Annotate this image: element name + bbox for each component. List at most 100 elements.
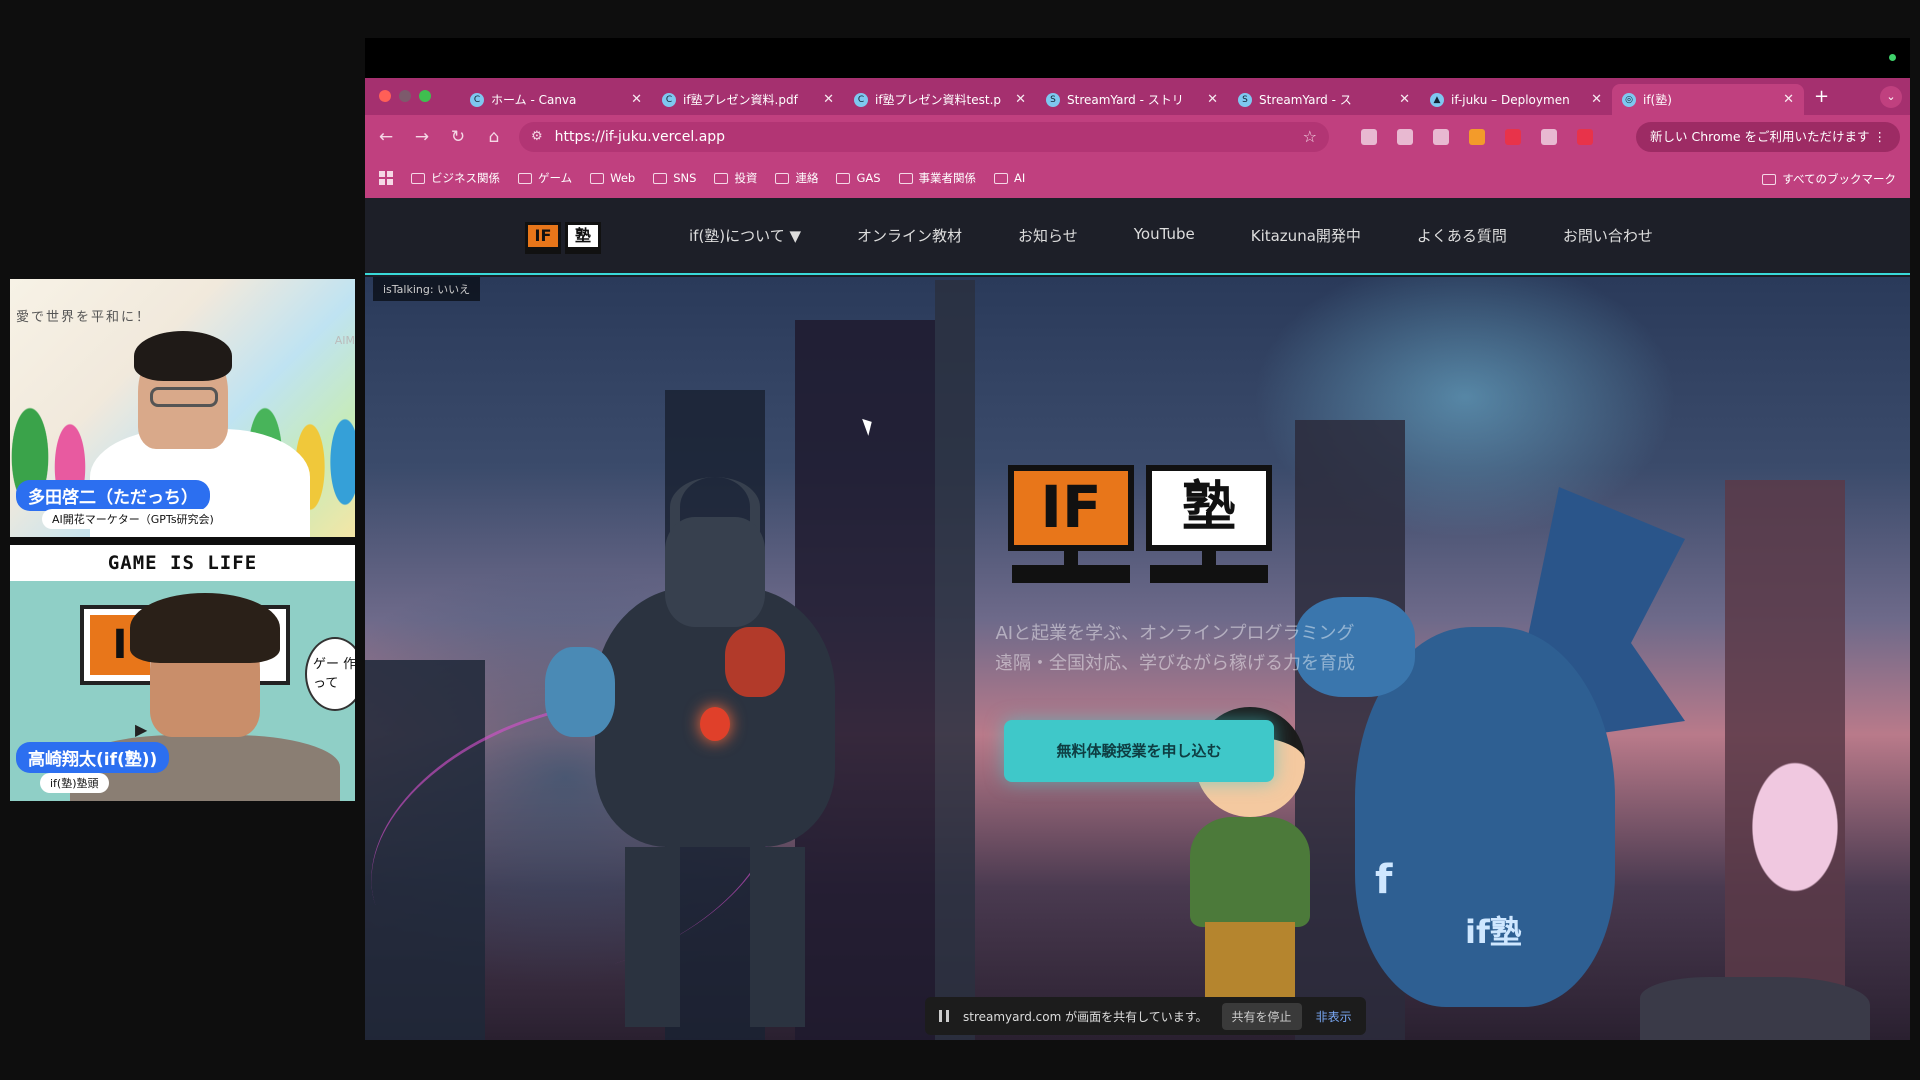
free-trial-button[interactable]: 無料体験授業を申し込む [1004,720,1274,782]
folder-icon [411,172,425,184]
bookmark-folder[interactable]: 連絡 [775,170,818,186]
folder-icon [994,172,1009,184]
participant-role: AI開花マーケター（GPTs研究会) [42,509,224,529]
browser-tab[interactable]: S StreamYard - ストリ ✕ [1036,84,1228,115]
logo-monitor-juku: 塾 [1146,465,1272,587]
profile-avatar-icon[interactable] [1577,128,1593,145]
apps-grid-icon[interactable] [379,171,393,185]
folder-icon [590,172,605,184]
hero-section: isTalking: いいえ f if塾 IF 塾 AIと起業を学ぶ、オンライン… [365,277,1910,1040]
dragon-illustration: f if塾 [1295,487,1685,1007]
url-text: https://if-juku.vercel.app [554,128,726,145]
folder-icon [653,172,668,184]
website-viewport: IF 塾 if(塾)について ▼ オンライン教材 お知らせ YouTube Kitazu… [365,198,1910,1040]
tab-bar: C ホーム - Canva ✕ Cif塾プレゼン資料.pdf ✕ Cif塾プレゼン資料te… [365,78,1910,115]
close-tab-icon[interactable]: ✕ [823,92,834,107]
browser-tab[interactable]: ◎ if(塾) ✕ [1612,84,1804,115]
bookmark-label: ビジネス関係 [431,171,500,185]
hide-share-bar-button[interactable]: 非表示 [1316,1008,1352,1025]
chrome-update-button[interactable]: 新しい Chrome をご利用いただけます ⋮ [1636,121,1900,152]
bookmark-folder[interactable]: SNS [653,170,696,186]
participant-banner: GAME IS LIFE [10,545,355,581]
record-extension-icon[interactable] [1505,128,1521,145]
logo-if: IF [525,221,561,250]
logo-monitor-if: IF [1008,465,1134,587]
nav-link[interactable]: YouTube [1134,225,1195,246]
tab-label: StreamYard - ス [1259,93,1352,107]
browser-tab[interactable]: Cif塾プレゼン資料test.p ✕ [844,84,1036,115]
browser-tab[interactable]: ▲ if-juku – Deploymen ✕ [1420,84,1612,115]
camera-extension-icon[interactable] [1361,128,1377,145]
share-message: streamyard.com が画面を共有しています。 [963,1009,1208,1024]
new-tab-button[interactable]: + [1814,86,1829,107]
hero-line-1: AIと起業を学ぶ、オンラインプログラミング [995,623,1355,644]
participant-tagline: 愛で世界を平和に！ [16,310,152,325]
copy-extension-icon[interactable] [1397,128,1413,145]
close-tab-icon[interactable]: ✕ [631,92,642,107]
bookmark-folder[interactable]: ビジネス関係 [411,170,500,186]
bookmark-folder[interactable]: 投資 [714,170,757,186]
forward-icon[interactable]: → [411,127,433,147]
folder-icon [1762,173,1777,185]
bookmark-folder[interactable]: Web [590,170,635,186]
dragon-f-mark: f [1375,857,1393,903]
reload-icon[interactable]: ↻ [447,127,469,147]
home-icon[interactable]: ⌂ [483,127,505,147]
folder-icon [518,172,532,184]
nav-link[interactable]: Kitazuna開発中 [1251,225,1361,246]
bookmarks-bar: ビジネス関係 ゲーム Web SNS 投資 連絡 GAS 事業者関係 AI すべてのブックマーク [365,158,1910,198]
nav-link[interactable]: お知らせ [1018,225,1078,246]
close-tab-icon[interactable]: ✕ [1207,92,1218,107]
site-settings-icon[interactable]: ⚙ [531,129,543,144]
bookmark-folder[interactable]: 事業者関係 [898,170,976,186]
site-logo[interactable]: IF 塾 [525,221,601,250]
close-tab-icon[interactable]: ✕ [1783,92,1794,107]
robot-illustration [545,467,875,1027]
close-window-button[interactable] [379,90,391,102]
all-bookmarks-button[interactable]: すべてのブックマーク [1762,171,1896,187]
hero-copy: AIと起業を学ぶ、オンラインプログラミング 遠隔・全国対応、学びながら稼げる力を… [865,619,1485,679]
participant-video-1: 愛で世界を平和に！ AIM 多田啓二（ただっち） AI開花マーケター（GPTs研… [10,279,355,537]
close-tab-icon[interactable]: ✕ [1399,92,1410,107]
tab-favicon-icon: ▲ [1430,92,1444,107]
bookmark-folder[interactable]: ゲーム [518,170,572,186]
tab-search-button[interactable]: ⌄ [1880,86,1902,108]
bunny-illustration [1720,717,1870,907]
bookmark-folder[interactable]: AI [994,170,1025,186]
window-controls [379,90,431,102]
dragon-text: if塾 [1465,913,1522,951]
bookmark-label: GAS [856,171,881,185]
nav-link[interactable]: オンライン教材 [857,225,962,246]
tab-favicon-icon: C [662,92,676,107]
nav-link[interactable]: よくある質問 [1417,225,1507,246]
talking-status: isTalking: いいえ [373,277,481,301]
minimize-window-button[interactable] [399,90,411,102]
maximize-window-button[interactable] [419,90,431,102]
browser-tab[interactable]: S StreamYard - ス ✕ [1228,84,1420,115]
car-illustration [1640,977,1870,1040]
fox-extension-icon[interactable] [1469,128,1485,145]
bookmark-star-icon[interactable]: ☆ [1303,127,1317,146]
nav-link[interactable]: お問い合わせ [1563,225,1653,246]
back-icon[interactable]: ← [375,127,397,147]
bookmark-folder[interactable]: GAS [836,170,881,186]
puzzle-extensions-icon[interactable] [1541,128,1557,145]
nav-link[interactable]: if(塾)について ▼ [689,225,801,246]
address-bar[interactable]: ⚙ https://if-juku.vercel.app ☆ [519,121,1329,152]
browser-tab[interactable]: C ホーム - Canva ✕ [460,84,652,115]
all-bookmarks-label: すべてのブックマーク [1782,172,1896,186]
stop-sharing-button[interactable]: 共有を停止 [1221,1002,1302,1030]
close-tab-icon[interactable]: ✕ [1015,92,1026,107]
bookmark-label: 連絡 [795,171,819,185]
close-tab-icon[interactable]: ✕ [1591,92,1602,107]
browser-tab[interactable]: Cif塾プレゼン資料.pdf ✕ [652,84,844,115]
participant-name: 高崎翔太(if(塾)) [16,742,170,773]
tab-favicon-icon: ◎ [1622,92,1636,107]
tab-favicon-icon: S [1238,92,1252,107]
folder-icon [898,172,913,184]
tab-label: ホーム - Canva [491,93,577,107]
tab-label: if(塾) [1643,93,1672,107]
tab-extension-icon[interactable] [1433,128,1449,145]
logo-juku-text: 塾 [1146,465,1272,551]
folder-icon [714,172,729,184]
